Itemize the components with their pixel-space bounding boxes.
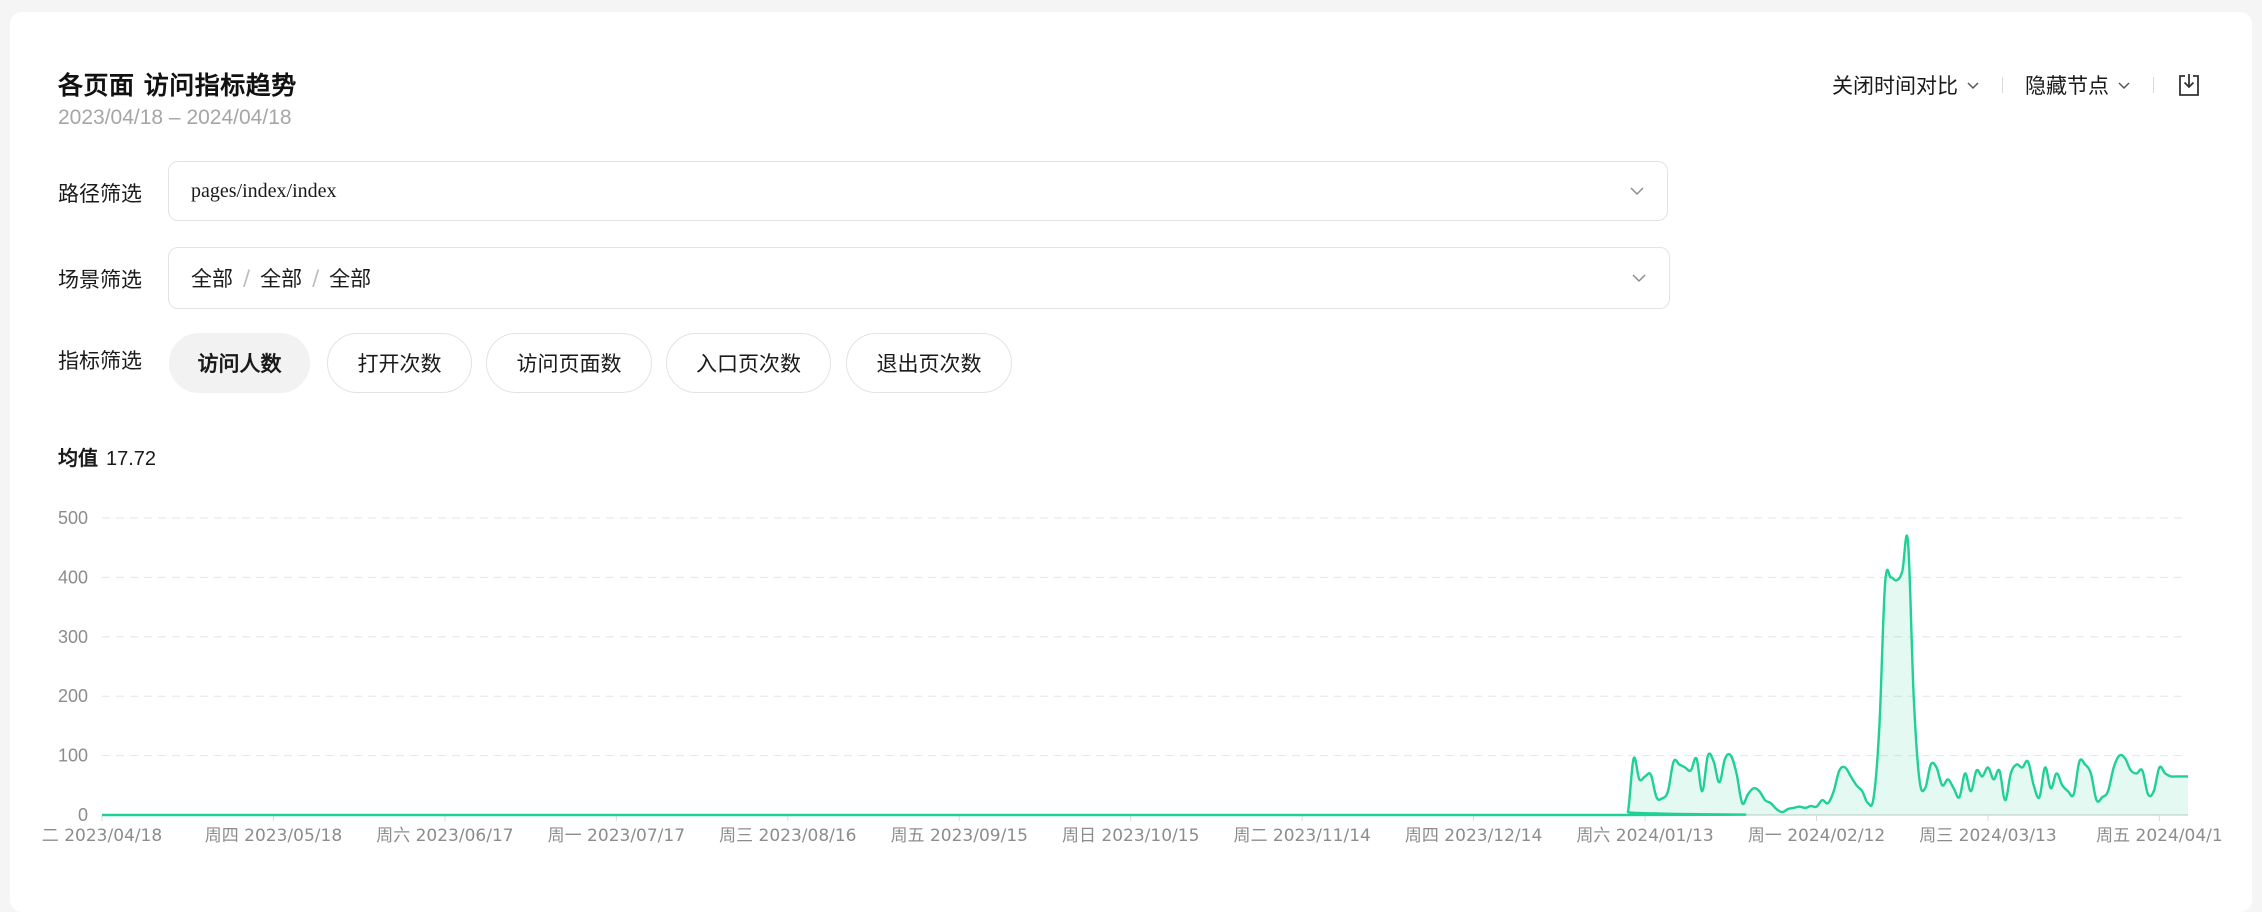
x-tick-label: 二 2023/04/18 bbox=[42, 826, 162, 846]
y-tick-label: 400 bbox=[58, 567, 88, 587]
x-tick-label: 周六 2023/06/17 bbox=[376, 826, 513, 846]
y-tick-label: 100 bbox=[58, 746, 88, 766]
trend-chart: 0 100 200 300 400 500 二 2023/04/18 周四 2023/05/1… bbox=[42, 508, 2223, 846]
x-tick-label: 周二 2023/11/14 bbox=[1233, 826, 1370, 846]
y-tick-label: 200 bbox=[58, 686, 88, 706]
x-tick-label: 周六 2024/01/13 bbox=[1576, 826, 1713, 846]
x-tick-label: 周三 2024/03/13 bbox=[1919, 826, 2056, 846]
y-tick-label: 0 bbox=[78, 805, 88, 825]
x-tick-label: 周三 2023/08/16 bbox=[719, 826, 856, 846]
x-tick-label: 周五 2024/04/1 bbox=[2096, 826, 2223, 846]
x-tick-label: 周一 2024/02/12 bbox=[1748, 826, 1885, 846]
y-tick-label: 300 bbox=[58, 627, 88, 647]
y-tick-label: 500 bbox=[58, 508, 88, 528]
x-tick-label: 周四 2023/05/18 bbox=[205, 826, 342, 846]
x-tick-label: 周一 2023/07/17 bbox=[548, 826, 685, 846]
x-tick-label: 周日 2023/10/15 bbox=[1062, 826, 1199, 846]
x-tick-label: 周四 2023/12/14 bbox=[1405, 826, 1542, 846]
x-tick-label: 周五 2023/09/15 bbox=[891, 826, 1028, 846]
